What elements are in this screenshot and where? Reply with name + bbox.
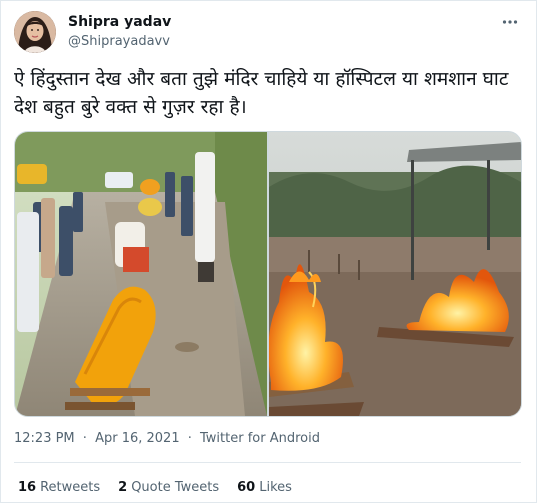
tweet-source[interactable]: Twitter for Android: [200, 431, 320, 446]
avatar[interactable]: [14, 11, 56, 53]
display-name[interactable]: Shipra yadav: [68, 14, 171, 30]
tweet-date[interactable]: Apr 16, 2021: [95, 431, 180, 446]
tweet-time[interactable]: 12:23 PM: [14, 431, 75, 446]
photo-cremation-ground: [269, 132, 521, 416]
tweet-card: Shipra yadav @Shiprayadavv ऐ हिंदुस्तान …: [0, 0, 537, 503]
more-dots-icon: [502, 20, 518, 24]
meta-separator: ·: [187, 431, 192, 446]
avatar-image: [14, 11, 56, 53]
tweet-stats: 16 Retweets 2 Quote Tweets 60 Likes: [18, 480, 292, 495]
retweets-count: 16: [18, 480, 37, 495]
divider: [14, 462, 521, 463]
meta-separator: ·: [82, 431, 87, 446]
media-photo-2[interactable]: [269, 132, 521, 416]
tweet-media[interactable]: [14, 131, 522, 417]
more-options-button[interactable]: [500, 12, 520, 32]
retweets-stat[interactable]: 16 Retweets: [18, 480, 100, 495]
media-photo-1[interactable]: [15, 132, 267, 416]
likes-stat[interactable]: 60 Likes: [237, 480, 292, 495]
quote-tweets-count: 2: [118, 480, 128, 495]
quote-tweets-stat[interactable]: 2 Quote Tweets: [118, 480, 219, 495]
photo-street-procession: [15, 132, 267, 416]
quote-tweets-label: Quote Tweets: [131, 480, 220, 495]
likes-count: 60: [237, 480, 256, 495]
retweets-label: Retweets: [40, 480, 101, 495]
likes-label: Likes: [259, 480, 292, 495]
tweet-text: ऐ हिंदुस्तान देख और बता तुझे मंदिर चाहिय…: [14, 68, 509, 118]
tweet-meta: 12:23 PM · Apr 16, 2021 · Twitter for An…: [14, 431, 320, 446]
user-handle[interactable]: @Shiprayadavv: [68, 34, 170, 49]
